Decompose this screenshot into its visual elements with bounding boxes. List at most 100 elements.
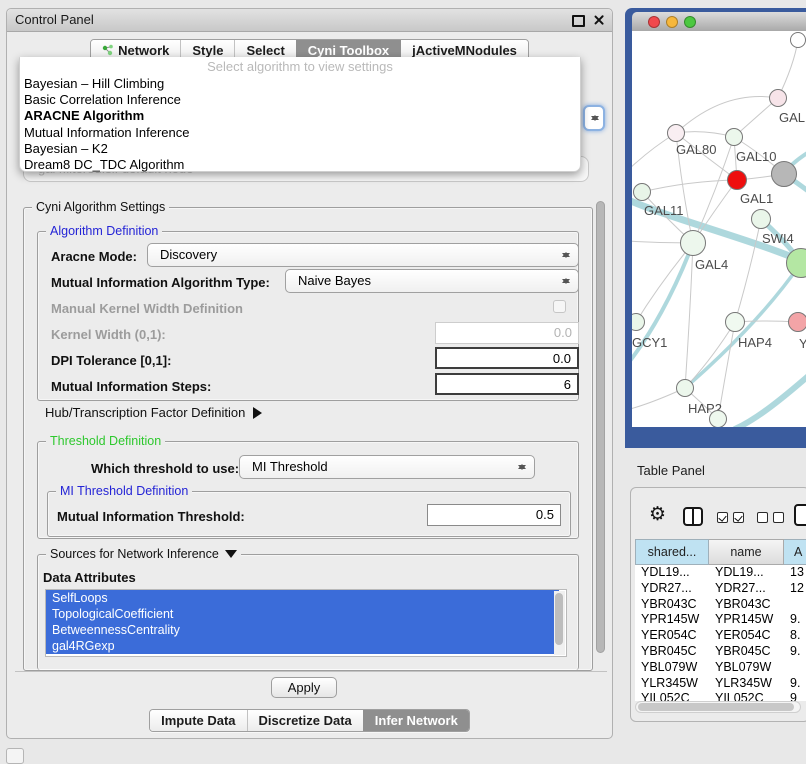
mi-steps-label: Mutual Information Steps: xyxy=(51,379,211,394)
network-node-gal10[interactable] xyxy=(725,128,743,146)
zoom-traffic-light[interactable] xyxy=(684,16,696,28)
table-row[interactable]: YLR345WYLR345W9. xyxy=(635,676,806,692)
table-cell: YBL079W xyxy=(709,660,784,676)
bottom-tabbar: Impute Data Discretize Data Infer Network xyxy=(7,709,612,732)
node-label-gal80: GAL80 xyxy=(676,142,716,157)
table-cell: YDR27... xyxy=(635,581,709,597)
table-cell: YLR345W xyxy=(635,676,709,692)
tab-infer-network-label: Infer Network xyxy=(375,710,458,731)
mi-steps-field[interactable]: 6 xyxy=(435,373,579,395)
columns-icon[interactable] xyxy=(683,507,703,526)
network-node-hap4[interactable] xyxy=(725,312,745,332)
mi-type-combo[interactable]: Naive Bayes xyxy=(285,269,579,293)
table-row[interactable]: YBR045CYBR045C9. xyxy=(635,644,806,660)
apply-button[interactable]: Apply xyxy=(271,677,337,698)
mi-type-value: Naive Bayes xyxy=(298,273,371,288)
algorithm-option-bayesian-k2[interactable]: Bayesian – K2 xyxy=(20,141,580,157)
new-table-icon[interactable] xyxy=(794,504,806,526)
close-traffic-light[interactable] xyxy=(648,16,660,28)
table-cell: 13 xyxy=(784,565,806,581)
kernel-width-field[interactable]: 0.0 xyxy=(435,322,579,344)
network-node[interactable] xyxy=(790,32,806,48)
node-label-gcy1: GCY1 xyxy=(632,335,667,350)
network-node[interactable] xyxy=(709,410,727,427)
table-cell: YPR145W xyxy=(635,612,709,628)
select-all-columns-icon[interactable] xyxy=(717,512,744,523)
algorithm-option-basic-correlation-inference[interactable]: Basic Correlation Inference xyxy=(20,92,580,108)
table-cell: 8. xyxy=(784,628,806,644)
table-row[interactable]: YBL079WYBL079W xyxy=(635,660,806,676)
algorithm-option-aracne-algorithm[interactable]: ARACNE Algorithm xyxy=(20,108,580,124)
kernel-width-label: Kernel Width (0,1): xyxy=(51,327,166,342)
control-panel-window: Control Panel NetworkStyleSelectCyni Too… xyxy=(6,8,613,739)
hub-definition-toggle[interactable]: Hub/Transcription Factor Definition xyxy=(45,405,268,420)
tab-impute-data[interactable]: Impute Data xyxy=(150,710,246,731)
table-header-row: shared... name A xyxy=(635,539,806,565)
tab-discretize-data-label: Discretize Data xyxy=(259,710,352,731)
table-hscrollbar[interactable] xyxy=(635,701,801,713)
network-node-gal[interactable] xyxy=(769,89,787,107)
table-cell: YDL19... xyxy=(635,565,709,581)
table-cell: YPR145W xyxy=(709,612,784,628)
table-row[interactable]: YDR27...YDR27...12 xyxy=(635,581,806,597)
algorithm-option-bayesian-hill-climbing[interactable]: Bayesian – Hill Climbing xyxy=(20,76,580,92)
data-attributes-label: Data Attributes xyxy=(43,570,136,585)
data-attributes-list[interactable]: SelfLoopsTopologicalCoefficientBetweenne… xyxy=(45,589,567,657)
table-row[interactable]: YER054CYER054C8. xyxy=(635,628,806,644)
dpi-tolerance-field[interactable]: 0.0 xyxy=(435,347,579,369)
attribute-item-selfloops[interactable]: SelfLoops xyxy=(46,590,559,606)
attribute-item-gal4rgexp[interactable]: gal4RGexp xyxy=(46,638,559,654)
network-node-y[interactable] xyxy=(788,312,806,332)
table-cell: 9. xyxy=(784,676,806,692)
table-row[interactable]: YPR145WYPR145W9. xyxy=(635,612,806,628)
column-header-partial[interactable]: A xyxy=(784,539,806,565)
mi-threshold-field[interactable]: 0.5 xyxy=(427,504,561,526)
table-cell: YBR043C xyxy=(709,597,784,613)
manual-kernel-checkbox[interactable] xyxy=(553,300,566,313)
attr-list-scrollbar[interactable] xyxy=(554,591,565,655)
deselect-all-columns-icon[interactable] xyxy=(757,512,784,523)
table-panel: ⚙ shared... name A YDL19...YDL19...13YDR… xyxy=(630,487,806,722)
table-row[interactable]: YDL19...YDL19...13 xyxy=(635,565,806,581)
network-node-swi4[interactable] xyxy=(751,209,771,229)
network-node-gal1[interactable] xyxy=(727,170,747,190)
table-cell: YIL052C xyxy=(709,691,784,701)
table-panel-title: Table Panel xyxy=(637,463,705,478)
algorithm-definition-title: Algorithm Definition xyxy=(46,224,162,238)
dpi-tolerance-label: DPI Tolerance [0,1]: xyxy=(51,353,171,368)
network-node-hap2[interactable] xyxy=(676,379,694,397)
table-cell: YDL19... xyxy=(709,565,784,581)
algorithm-option-mutual-information-inference[interactable]: Mutual Information Inference xyxy=(20,125,580,141)
network-node-gal11[interactable] xyxy=(633,183,651,201)
table-body: YDL19...YDL19...13YDR27...YDR27...12YBR0… xyxy=(635,565,806,701)
minimize-traffic-light[interactable] xyxy=(666,16,678,28)
algorithm-option-dream8-dc-tdc-algorithm[interactable]: Dream8 DC_TDC Algorithm xyxy=(20,157,580,173)
network-node-gal4[interactable] xyxy=(680,230,706,256)
node-label-swi4: SWI4 xyxy=(762,231,794,246)
gear-icon[interactable]: ⚙ xyxy=(649,505,666,525)
control-panel-title: Control Panel xyxy=(15,9,94,31)
close-icon[interactable] xyxy=(593,14,604,25)
node-label-hap4: HAP4 xyxy=(738,335,772,350)
tab-discretize-data[interactable]: Discretize Data xyxy=(247,710,363,731)
node-label-gal1: GAL1 xyxy=(740,191,773,206)
column-header-name[interactable]: name xyxy=(709,539,784,565)
table-cell: YBR043C xyxy=(635,597,709,613)
table-row[interactable]: YIL052CYIL052C9 xyxy=(635,691,806,701)
sources-toggle[interactable]: Sources for Network Inference xyxy=(46,547,241,564)
table-row[interactable]: YBR043CYBR043C xyxy=(635,597,806,613)
table-cell: YLR345W xyxy=(709,676,784,692)
settings-scrollbar[interactable] xyxy=(596,201,606,661)
tab-infer-network[interactable]: Infer Network xyxy=(363,710,469,731)
network-node-gal80[interactable] xyxy=(667,124,685,142)
float-window-icon[interactable] xyxy=(572,15,585,27)
network-canvas[interactable]: GALGAL80GAL10GAL1GAL11SWI4GAL4GCY1HAP4YH… xyxy=(632,31,806,427)
which-threshold-combo[interactable]: MI Threshold xyxy=(239,455,535,479)
network-node[interactable] xyxy=(771,161,797,187)
column-header-shared-name[interactable]: shared... xyxy=(635,539,709,565)
attribute-item-betweennesscentrality[interactable]: BetweennessCentrality xyxy=(46,622,559,638)
node-label-y: Y xyxy=(799,336,806,351)
aracne-mode-combo[interactable]: Discovery xyxy=(147,243,579,267)
inference-algorithm-combo-stepper[interactable] xyxy=(583,105,605,131)
attribute-item-topologicalcoefficient[interactable]: TopologicalCoefficient xyxy=(46,606,559,622)
